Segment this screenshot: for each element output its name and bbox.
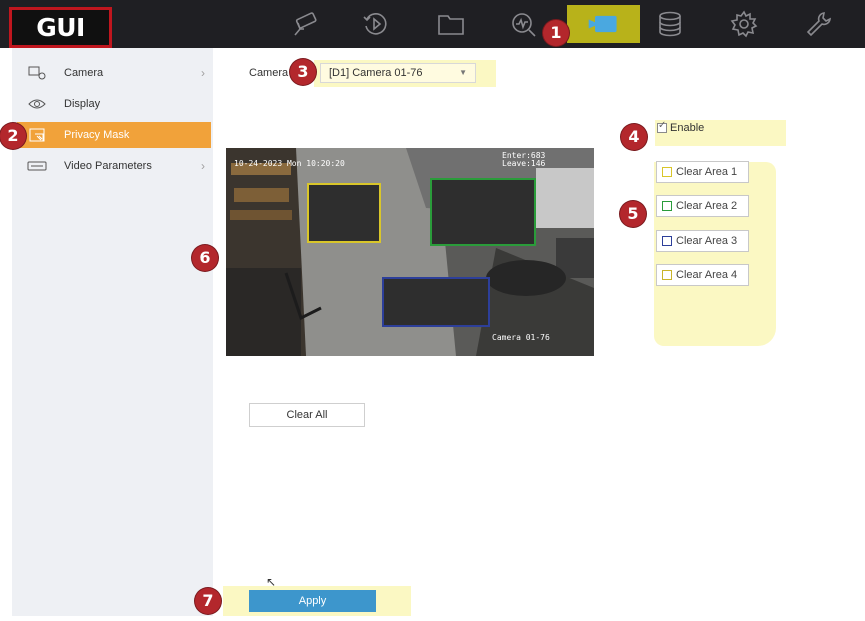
enable-checkbox[interactable]: Enable bbox=[657, 120, 705, 134]
callout-marker-1: 1 bbox=[543, 20, 569, 46]
sidebar-item-label: Display bbox=[64, 98, 101, 110]
sidebar-item-label: Camera bbox=[64, 67, 104, 79]
clear-area-label: Clear Area 4 bbox=[676, 269, 738, 281]
clear-area-label: Clear Area 3 bbox=[676, 235, 738, 247]
chevron-down-icon: ▼ bbox=[459, 68, 467, 77]
area-color-swatch bbox=[662, 201, 672, 211]
area-color-swatch bbox=[662, 270, 672, 280]
camera-preview[interactable]: 10-24-2023 Mon 10:20:20 Enter:683 Leave:… bbox=[226, 148, 594, 356]
sidebar-item-camera[interactable]: Camera › bbox=[17, 60, 211, 86]
sidebar-item-label: Privacy Mask bbox=[64, 129, 130, 141]
callout-marker-4: 4 bbox=[621, 124, 647, 150]
clear-area-label: Clear Area 1 bbox=[676, 166, 738, 178]
enable-checkbox-box[interactable] bbox=[657, 120, 667, 133]
playback-icon[interactable] bbox=[358, 8, 394, 40]
osd-datetime: 10-24-2023 Mon 10:20:20 bbox=[234, 159, 345, 168]
camera-icon[interactable] bbox=[288, 8, 324, 40]
gear-icon[interactable] bbox=[726, 8, 762, 40]
privacy-mask-area-1[interactable] bbox=[307, 183, 381, 243]
osd-camera-name: Camera 01-76 bbox=[492, 333, 550, 342]
storage-icon[interactable] bbox=[652, 8, 688, 40]
mouse-cursor-icon: ↖ bbox=[266, 575, 277, 589]
sidebar-item-display[interactable]: Display bbox=[17, 91, 211, 117]
sidebar-item-label: Video Parameters bbox=[64, 160, 152, 172]
eye-icon bbox=[27, 98, 47, 110]
video-params-icon bbox=[27, 161, 47, 171]
clear-area-1-button[interactable]: Clear Area 1 bbox=[656, 161, 749, 183]
clear-area-highlight bbox=[654, 162, 776, 346]
mask-icon bbox=[27, 128, 47, 142]
camera-select-value: [D1] Camera 01-76 bbox=[329, 67, 423, 79]
chevron-right-icon: › bbox=[201, 66, 205, 80]
wrench-icon[interactable] bbox=[801, 8, 837, 40]
chevron-right-icon: › bbox=[201, 159, 205, 173]
privacy-mask-area-3[interactable] bbox=[382, 277, 490, 327]
top-navigation-bar: GUI 4.0 bbox=[0, 0, 865, 77]
video-camera-icon[interactable] bbox=[567, 5, 640, 43]
clear-area-4-button[interactable]: Clear Area 4 bbox=[656, 264, 749, 286]
gui-version-badge: GUI 4.0 bbox=[9, 7, 112, 77]
callout-marker-2: 2 bbox=[0, 123, 26, 149]
clear-area-label: Clear Area 2 bbox=[676, 200, 738, 212]
privacy-mask-area-2[interactable] bbox=[430, 178, 536, 246]
callout-marker-7: 7 bbox=[195, 588, 221, 614]
sidebar-item-privacy-mask[interactable]: Privacy Mask bbox=[17, 122, 211, 148]
clear-area-3-button[interactable]: Clear Area 3 bbox=[656, 230, 749, 252]
apply-button[interactable]: Apply bbox=[249, 590, 376, 612]
callout-marker-6: 6 bbox=[192, 245, 218, 271]
clear-all-button[interactable]: Clear All bbox=[249, 403, 365, 427]
folder-icon[interactable] bbox=[433, 8, 469, 40]
callout-marker-5: 5 bbox=[620, 201, 646, 227]
camera-select[interactable]: [D1] Camera 01-76 ▼ bbox=[320, 63, 476, 83]
camera-label: Camera bbox=[249, 67, 289, 79]
sidebar-item-video-parameters[interactable]: Video Parameters › bbox=[17, 153, 211, 179]
area-color-swatch bbox=[662, 236, 672, 246]
clear-area-2-button[interactable]: Clear Area 2 bbox=[656, 195, 749, 217]
sidebar: Camera › Display Privacy Mask Video Para… bbox=[12, 48, 213, 616]
callout-marker-3: 3 bbox=[290, 59, 316, 85]
area-color-swatch bbox=[662, 167, 672, 177]
camera-icon bbox=[27, 66, 47, 80]
osd-leave-count: Leave:146 bbox=[502, 159, 546, 168]
search-icon[interactable] bbox=[506, 8, 542, 40]
enable-label: Enable bbox=[670, 122, 705, 134]
